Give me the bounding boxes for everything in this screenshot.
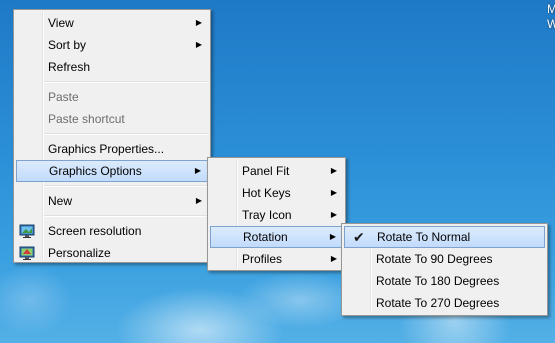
submenu-arrow-icon: ▶ (329, 232, 336, 241)
menu-item-panel-fit[interactable]: Panel Fit ▶ (210, 160, 343, 182)
menu-item-label: Graphics Options (49, 164, 142, 178)
menu-item-tray-icon[interactable]: Tray Icon ▶ (210, 204, 343, 226)
menu-item-refresh[interactable]: Refresh (16, 56, 208, 78)
menu-item-label: Screen resolution (48, 224, 142, 238)
submenu-arrow-icon: ▶ (195, 18, 202, 27)
menu-separator (44, 215, 208, 217)
menu-item-label: Rotation (243, 230, 288, 244)
menu-separator (44, 133, 208, 135)
menu-item-personalize[interactable]: Personalize (16, 242, 208, 264)
menu-separator (44, 185, 208, 187)
desktop-context-menu: View ▶ Sort by ▶ Refresh Paste Paste sho… (13, 9, 211, 263)
menu-item-rotate-normal[interactable]: ✔ Rotate To Normal (344, 226, 545, 248)
menu-item-rotate-270[interactable]: Rotate To 270 Degrees (344, 292, 545, 314)
submenu-arrow-icon: ▶ (330, 188, 337, 197)
menu-item-graphics-properties[interactable]: Graphics Properties... (16, 138, 208, 160)
menu-item-rotation[interactable]: Rotation ▶ (210, 226, 343, 248)
menu-item-label: View (48, 16, 74, 30)
menu-item-label: Profiles (242, 252, 283, 266)
submenu-arrow-icon: ▶ (330, 254, 337, 263)
desktop-corner-text: M W (547, 2, 555, 31)
submenu-arrow-icon: ▶ (195, 40, 202, 49)
menu-item-label: Sort by (48, 38, 87, 52)
menu-item-label: Rotate To 180 Degrees (376, 274, 500, 288)
submenu-arrow-icon: ▶ (330, 210, 337, 219)
menu-item-label: Refresh (48, 60, 91, 74)
menu-item-label: Paste (48, 90, 79, 104)
menu-item-sort-by[interactable]: Sort by ▶ (16, 34, 208, 56)
menu-item-graphics-options[interactable]: Graphics Options ▶ (16, 160, 208, 182)
desktop-background: M W View ▶ Sort by ▶ Refresh Paste Paste… (0, 0, 555, 343)
checkmark-icon: ✔ (353, 229, 365, 245)
rotation-submenu: ✔ Rotate To Normal Rotate To 90 Degrees … (341, 223, 548, 316)
menu-item-label: New (48, 194, 73, 208)
menu-item-label: Rotate To 90 Degrees (376, 252, 493, 266)
menu-item-label: Rotate To 270 Degrees (376, 296, 500, 310)
menu-item-view[interactable]: View ▶ (16, 12, 208, 34)
menu-item-screen-resolution[interactable]: Screen resolution (16, 220, 208, 242)
menu-separator (44, 81, 208, 83)
menu-item-new[interactable]: New ▶ (16, 190, 208, 212)
menu-item-rotate-90[interactable]: Rotate To 90 Degrees (344, 248, 545, 270)
menu-item-paste-shortcut: Paste shortcut (16, 108, 208, 130)
menu-item-rotate-180[interactable]: Rotate To 180 Degrees (344, 270, 545, 292)
monitor-icon (19, 223, 35, 239)
menu-item-hot-keys[interactable]: Hot Keys ▶ (210, 182, 343, 204)
menu-item-label: Graphics Properties... (48, 142, 165, 156)
submenu-arrow-icon: ▶ (195, 196, 202, 205)
menu-item-label: Hot Keys (242, 186, 291, 200)
menu-item-label: Tray Icon (242, 208, 292, 222)
graphics-options-submenu: Panel Fit ▶ Hot Keys ▶ Tray Icon ▶ Rotat… (207, 157, 346, 271)
menu-item-label: Personalize (48, 246, 111, 260)
menu-item-label: Rotate To Normal (377, 230, 471, 244)
personalize-icon (19, 245, 35, 261)
menu-item-label: Panel Fit (242, 164, 290, 178)
submenu-arrow-icon: ▶ (330, 166, 337, 175)
menu-item-paste: Paste (16, 86, 208, 108)
menu-item-label: Paste shortcut (48, 112, 125, 126)
submenu-arrow-icon: ▶ (194, 166, 201, 175)
menu-item-profiles[interactable]: Profiles ▶ (210, 248, 343, 270)
